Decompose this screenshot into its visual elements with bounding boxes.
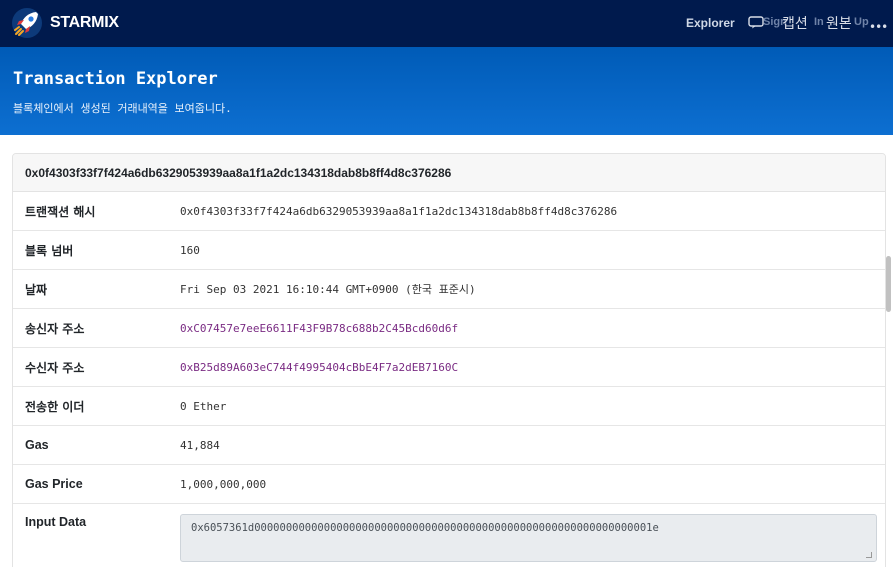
- row-label: 수신자 주소: [25, 360, 85, 375]
- table-row: 수신자 주소 0xB25d89A603eC744f4995404cBbE4F7a…: [13, 348, 885, 387]
- row-label: 트랜잭션 해시: [25, 204, 96, 219]
- original-button[interactable]: 원본: [826, 13, 852, 33]
- table-row: 송신자 주소 0xC07457e7eeE6611F43F9B78c688b2C4…: [13, 309, 885, 348]
- row-value: 1,000,000,000: [180, 477, 267, 491]
- row-label: 송신자 주소: [25, 321, 85, 336]
- transaction-card: 0x0f4303f33f7f424a6db6329053939aa8a1f1a2…: [12, 153, 886, 567]
- table-row: Gas 41,884: [13, 426, 885, 465]
- row-label: Input Data: [25, 515, 87, 529]
- nav-up-text[interactable]: Up: [854, 16, 869, 28]
- transaction-hash-header: 0x0f4303f33f7f424a6db6329053939aa8a1f1a2…: [13, 154, 885, 192]
- page-scrollbar[interactable]: [886, 256, 891, 312]
- receiver-address-link[interactable]: 0xB25d89A603eC744f4995404cBbE4F7a2dEB716…: [180, 361, 458, 374]
- top-navbar: STARMIX Explorer Sign 캡션 In 원본 Up •••: [0, 0, 893, 47]
- rocket-logo-icon: [12, 8, 42, 38]
- sender-address-link[interactable]: 0xC07457e7eeE6611F43F9B78c688b2C45Bcd60d…: [180, 322, 458, 335]
- row-label: 전송한 이더: [25, 399, 85, 414]
- caption-button[interactable]: 캡션: [782, 13, 808, 33]
- row-label: Gas Price: [25, 477, 83, 491]
- row-value: Fri Sep 03 2021 16:10:44 GMT+0900 (한국 표준…: [180, 283, 476, 296]
- input-data-field[interactable]: 0x6057361d000000000000000000000000000000…: [180, 514, 877, 562]
- more-options-icon[interactable]: •••: [869, 20, 888, 34]
- input-data-value: 0x6057361d000000000000000000000000000000…: [191, 522, 659, 534]
- page-title: Transaction Explorer: [13, 69, 218, 89]
- row-value: 0x0f4303f33f7f424a6db6329053939aa8a1f1a2…: [180, 204, 618, 218]
- row-label: Gas: [25, 438, 49, 452]
- brand[interactable]: STARMIX: [10, 6, 119, 40]
- page-hero: Transaction Explorer 블록체인에서 생성된 거래내역을 보여…: [0, 47, 893, 135]
- row-value: 160: [180, 243, 200, 257]
- table-row: Input Data 0x6057361d0000000000000000000…: [13, 504, 885, 567]
- table-row: 날짜 Fri Sep 03 2021 16:10:44 GMT+0900 (한국…: [13, 270, 885, 309]
- caption-icon[interactable]: [748, 16, 764, 29]
- page-subtitle: 블록체인에서 생성된 거래내역을 보여줍니다.: [13, 102, 232, 115]
- row-label: 블록 넘버: [25, 243, 74, 258]
- table-row: 트랜잭션 해시 0x0f4303f33f7f424a6db6329053939a…: [13, 192, 885, 231]
- nav-in-text[interactable]: In: [814, 16, 824, 28]
- table-row: 전송한 이더 0 Ether: [13, 387, 885, 426]
- resize-handle-icon[interactable]: [866, 552, 872, 558]
- nav-explorer-link[interactable]: Explorer: [686, 16, 735, 30]
- row-label: 날짜: [25, 282, 48, 297]
- table-row: 블록 넘버 160: [13, 231, 885, 270]
- row-value: 0 Ether: [180, 399, 227, 413]
- row-value: 41,884: [180, 438, 220, 452]
- table-row: Gas Price 1,000,000,000: [13, 465, 885, 504]
- brand-name: STARMIX: [50, 14, 119, 31]
